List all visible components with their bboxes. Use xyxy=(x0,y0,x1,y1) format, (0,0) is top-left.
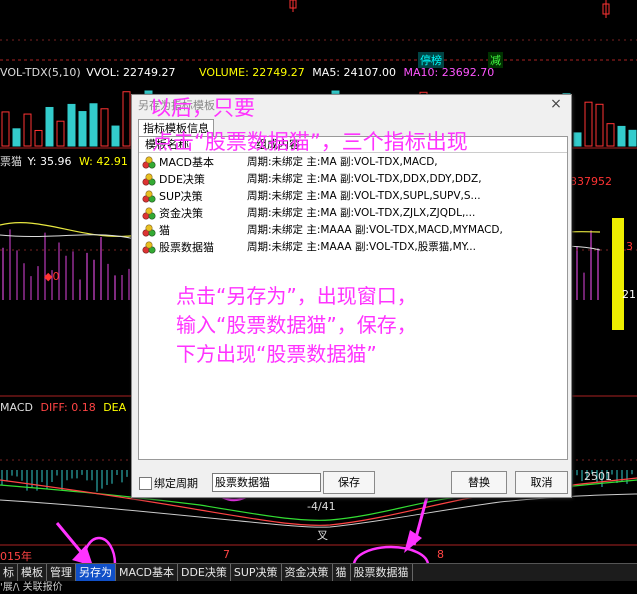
month-label: 7 xyxy=(223,548,230,561)
list-item[interactable]: 猫 周期:未绑定 主:MAAA 副:VOL-TDX,MACD,MYMACD, xyxy=(139,222,567,239)
tab-stock-data-cat[interactable]: 股票数据猫 xyxy=(351,564,413,581)
indicator-name: 票猫 xyxy=(0,155,22,168)
template-content: 周期:未绑定 主:MA 副:VOL-TDX,DDX,DDY,DDZ, xyxy=(247,173,482,185)
tab-template[interactable]: 模板 xyxy=(18,564,47,581)
macd-name: MACD xyxy=(0,401,33,414)
template-tab-bar: 标 模板 管理 另存为 MACD基本 DDE决策 SUP决策 资金决策 猫 股票… xyxy=(0,563,637,581)
annotation-text-block: 点击“另存为”，出现窗口， 输入“股票数据猫”，保存， 下方出现“股票数据猫” xyxy=(176,282,417,369)
template-icon xyxy=(142,224,156,237)
decorative-bar xyxy=(122,91,131,147)
zero-value: 0 xyxy=(52,270,60,283)
template-content: 周期:未绑定 主:MAAA 副:VOL-TDX,股票猫,MY... xyxy=(247,241,476,253)
side-number: 3 xyxy=(626,240,633,253)
template-content: 周期:未绑定 主:MA 副:VOL-TDX,SUPL,SUPV,S... xyxy=(247,190,481,202)
decorative-bar xyxy=(100,108,109,147)
decorative-bar xyxy=(111,125,120,147)
cat-indicator-legend: 票猫 Y: 35.96 W: 42.91 xyxy=(0,153,128,169)
decorative-bar xyxy=(584,101,593,147)
template-icon xyxy=(142,156,156,169)
annotation-text: 以后，只要 xyxy=(150,96,255,120)
replace-button[interactable]: 替换 xyxy=(451,471,507,494)
decorative-bar xyxy=(89,103,98,147)
year-label: 015年 xyxy=(0,550,32,563)
status-bar: '展/\ 关联报价 xyxy=(0,581,637,594)
annotation-line: 下方出现“股票数据猫” xyxy=(176,342,377,366)
decorative-bar xyxy=(45,106,54,147)
macd-legend: MACD DIFF: 0.18 DEA xyxy=(0,401,126,414)
bind-period-label: 绑定周期 xyxy=(154,477,198,490)
decorative-bar xyxy=(78,111,87,147)
tab-dde-decision[interactable]: DDE决策 xyxy=(178,564,231,581)
vol-legend: VOL-TDX(5,10) VVOL: 22749.27 VOLUME: 227… xyxy=(0,66,494,79)
right-value-label: 337952 xyxy=(570,175,612,188)
template-icon xyxy=(142,173,156,186)
annotation-line: 输入“股票数据猫”，保存， xyxy=(176,313,417,337)
list-item[interactable]: SUP决策 周期:未绑定 主:MA 副:VOL-TDX,SUPL,SUPV,S..… xyxy=(139,188,567,205)
bind-period-checkbox[interactable] xyxy=(139,477,152,490)
annotation-text: 点击“股票数据猫”，三个指标出现 xyxy=(152,130,468,154)
template-content: 周期:未绑定 主:MA 副:VOL-TDX,ZJLX,ZJQDL,... xyxy=(247,207,476,219)
month-label: 8 xyxy=(437,548,444,561)
decorative-bar xyxy=(56,120,65,147)
vvol-value: VVOL: 22749.27 xyxy=(86,66,176,79)
template-name: 资金决策 xyxy=(159,207,203,220)
decorative-bar xyxy=(595,103,604,147)
decorative-bar xyxy=(606,123,615,147)
vol-name: VOL-TDX(5,10) xyxy=(0,66,81,79)
volume-value: VOLUME: 22749.27 xyxy=(199,66,305,79)
ma10-value: MA10: 23692.70 xyxy=(403,66,495,79)
side-indicator-bar xyxy=(612,218,624,330)
tab-cat[interactable]: 猫 xyxy=(333,564,351,581)
template-name: DDE决策 xyxy=(159,173,205,186)
template-icon xyxy=(142,241,156,254)
cross-label: 叉 xyxy=(317,529,328,542)
decorative-bar xyxy=(628,129,637,147)
decorative-bar xyxy=(23,113,32,147)
macd-value-label: -4/41 xyxy=(307,500,336,513)
ma5-value: MA5: 24107.00 xyxy=(312,66,396,79)
tab-macd-basic[interactable]: MACD基本 xyxy=(116,564,178,581)
decorative-bar xyxy=(67,103,76,147)
template-content: 周期:未绑定 主:MA 副:VOL-TDX,MACD, xyxy=(247,156,438,168)
template-name: SUP决策 xyxy=(159,190,203,203)
list-item[interactable]: 资金决策 周期:未绑定 主:MA 副:VOL-TDX,ZJLX,ZJQDL,... xyxy=(139,205,567,222)
y-value: Y: 35.96 xyxy=(27,155,72,168)
decorative-bar xyxy=(34,129,43,147)
list-item[interactable]: MACD基本 周期:未绑定 主:MA 副:VOL-TDX,MACD, xyxy=(139,154,567,171)
list-item[interactable]: DDE决策 周期:未绑定 主:MA 副:VOL-TDX,DDX,DDY,DDZ, xyxy=(139,171,567,188)
decorative-bar xyxy=(617,125,626,147)
close-icon[interactable]: × xyxy=(549,97,563,111)
save-button[interactable]: 保存 xyxy=(323,471,375,494)
zero-marker: ◆0 xyxy=(44,270,59,283)
dea-value: DEA xyxy=(103,401,127,414)
decorative-bar xyxy=(1,111,10,147)
template-name-input[interactable]: 股票数据猫 xyxy=(212,473,321,492)
tab-fund-decision[interactable]: 资金决策 xyxy=(282,564,333,581)
diff-value: DIFF: 0.18 xyxy=(40,401,96,414)
decorative-bar xyxy=(12,128,21,147)
template-icon xyxy=(142,207,156,220)
template-content: 周期:未绑定 主:MAAA 副:VOL-TDX,MACD,MYMACD, xyxy=(247,224,503,236)
template-name: MACD基本 xyxy=(159,156,214,169)
template-name: 股票数据猫 xyxy=(159,241,214,254)
side-number: 21 xyxy=(622,288,636,301)
tab-save-as[interactable]: 另存为 xyxy=(76,564,116,581)
decorative-bar xyxy=(573,132,582,147)
template-name: 猫 xyxy=(159,224,170,237)
tab-manage[interactable]: 管理 xyxy=(47,564,76,581)
macd-right-value: 2501 xyxy=(584,470,612,483)
cancel-button[interactable]: 取消 xyxy=(515,471,568,494)
list-item[interactable]: 股票数据猫 周期:未绑定 主:MAAA 副:VOL-TDX,股票猫,MY... xyxy=(139,239,567,256)
tab-sup-decision[interactable]: SUP决策 xyxy=(231,564,282,581)
tab-indicator[interactable]: 标 xyxy=(0,564,18,581)
annotation-line: 点击“另存为”，出现窗口， xyxy=(176,284,417,308)
w-value: W: 42.91 xyxy=(78,155,128,168)
template-icon xyxy=(142,190,156,203)
